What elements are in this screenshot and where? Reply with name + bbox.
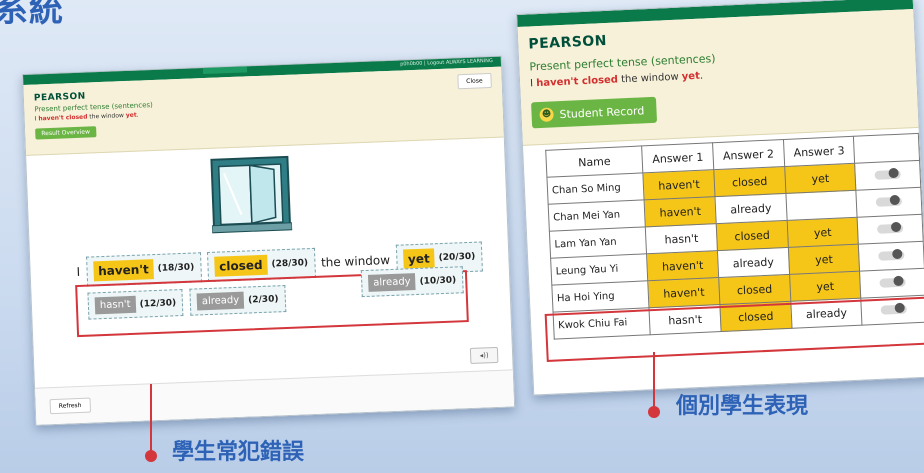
brand-logo: PEARSON [528,32,608,53]
wrong-answer-3: already (10/30) [360,266,464,298]
answer-cell-1: haven't [646,250,719,281]
play-recording-icon[interactable] [875,196,903,207]
window-illustration [210,155,293,234]
answer-cell-1: haven't [644,196,717,227]
answer-chip: haven't [92,259,155,282]
col-header-audio [853,133,920,164]
refresh-button[interactable]: Refresh [49,397,91,415]
audio-cell [855,160,921,191]
answer-cell-3: yet [789,271,862,302]
answer-cell-3: yet [784,163,857,194]
wrong-chip: hasn't [94,295,136,315]
audio-cell [857,214,924,245]
answer-cell-3 [785,190,858,221]
wrong-chip: already [367,273,416,292]
answer-chip: closed [213,254,268,277]
lesson-header: PEARSON Present perfect tense (sentences… [517,8,919,146]
caption-common-errors: 學生常犯錯誤 [172,440,305,465]
answer-cell-3: yet [788,244,860,275]
col-header-answer-1: Answer 1 [641,142,714,173]
wrong-chip: already [196,291,245,311]
wrong-count: (10/30) [419,274,457,287]
answer-count: (18/30) [157,262,195,274]
answer-cell-2: already [714,193,787,224]
answer-cell-2: closed [718,274,791,305]
answer-cell-1: hasn't [645,223,718,254]
play-recording-icon[interactable] [877,223,904,234]
sentence-middle: the window [320,253,391,270]
play-recording-icon[interactable] [878,250,905,261]
col-header-answer-2: Answer 2 [712,139,785,170]
speaker-icon[interactable]: ◂)) [469,346,499,364]
footer-bar: Refresh [35,369,515,425]
student-record-button[interactable]: ☻ Student Record [531,96,657,129]
answer-cell-3: yet [786,217,859,248]
callout-line-left [150,384,152,454]
answer-cell-2: closed [713,166,786,197]
student-record-label: Student Record [559,103,645,121]
wrong-count: (12/30) [139,297,177,310]
answer-cell-1: haven't [643,169,715,200]
audio-cell [856,187,923,218]
answer-chip: yet [402,248,436,270]
wrong-count: (2/30) [247,293,279,305]
callout-dot-right [648,406,660,418]
callout-line-right [653,352,655,412]
target-sentence: I haven't closed the window yet. [529,70,704,90]
lesson-title: Present perfect tense (sentences) [529,52,716,74]
user-links[interactable]: p0h0b00 | Logout ALWAYS LEARNING [400,58,493,68]
activity-area: I haven't (18/30) closed (28/30) the win… [26,137,515,425]
audio-cell [859,268,924,299]
caption-student-performance: 個別學生表現 [676,394,809,419]
brand-logo: PEARSON [33,91,86,104]
target-sentence: I haven't closed the window yet. [34,111,139,123]
wrong-answer-2: already (2/30) [189,285,286,316]
student-record-screenshot: PEARSON Present perfect tense (sentences… [516,0,924,396]
answer-cell-2: closed [716,220,789,251]
close-button[interactable]: Close [456,72,492,90]
answer-cell-1: haven't [647,277,720,308]
corner-title: 系統 [0,0,64,30]
callout-dot-left [145,450,157,462]
student-icon: ☻ [539,107,554,123]
sentence-start: I [76,264,81,280]
col-header-answer-3: Answer 3 [783,136,856,167]
result-overview-screenshot: p0h0b00 | Logout ALWAYS LEARNING PEARSON… [22,55,516,426]
wrong-answer-1: hasn't (12/30) [87,288,184,320]
audio-cell [858,241,924,272]
play-recording-icon[interactable] [879,277,906,288]
play-recording-icon[interactable] [874,169,902,180]
result-overview-button[interactable]: Result Overview [35,126,97,140]
answer-cell-2: already [717,247,790,278]
top-bar-tab [202,66,248,75]
answer-count: (20/30) [438,251,476,264]
answer-count: (28/30) [271,258,309,270]
